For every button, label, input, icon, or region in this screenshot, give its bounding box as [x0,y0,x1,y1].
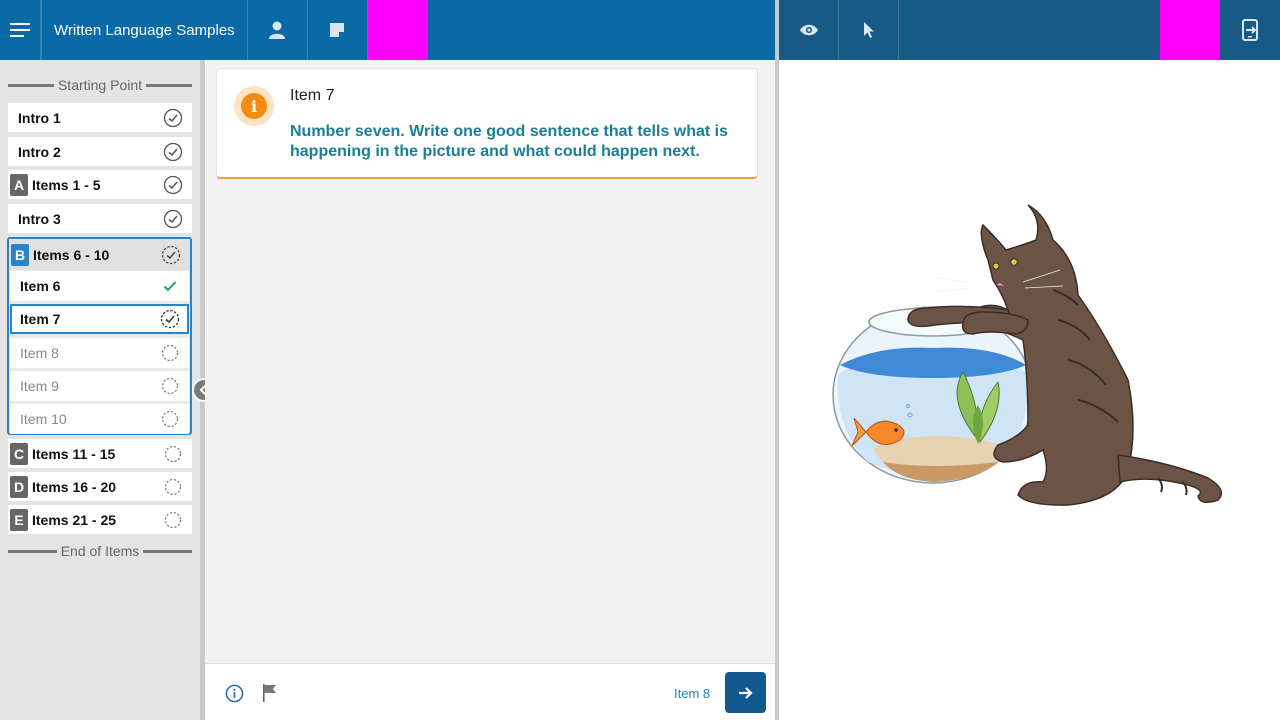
nav-item-item-10[interactable]: Item 10 [10,404,189,434]
not-started-icon [162,443,184,465]
check-circle-icon [162,174,184,196]
section-letter-badge: E [10,508,28,531]
notes-button[interactable] [308,0,368,60]
next-item-label: Item 8 [674,686,711,701]
item-instruction-text: Number seven. Write one good sentence th… [290,123,729,160]
app-window: Written Language Samples Starting Point [0,0,1280,720]
pointer-button[interactable] [839,0,899,60]
nav-item-item-9[interactable]: Item 9 [10,371,189,401]
starting-point-header: Starting Point [8,76,192,94]
highlight-block-right [1160,0,1220,60]
sticky-note-icon [330,23,345,37]
section-letter-badge: B [11,243,29,266]
highlight-block-left [367,0,428,60]
not-started-icon [159,344,181,362]
check-circle-icon [162,107,184,129]
nav-item-items-1-5[interactable]: A Items 1 - 5 [8,170,192,199]
preview-button[interactable] [779,0,839,60]
section-letter-badge: D [10,475,28,498]
top-bar-left: Written Language Samples [0,0,775,60]
flag-item-button[interactable] [259,682,281,704]
end-of-items-footer: End of Items [8,542,192,560]
next-item-button[interactable] [725,672,766,713]
person-icon [269,21,286,39]
top-bar-right [779,0,1280,60]
nav-item-intro-2[interactable]: Intro 2 [8,137,192,166]
pane-divider[interactable] [775,0,779,720]
info-badge: i [234,86,274,126]
examinee-button[interactable] [248,0,308,60]
pointer-icon [863,22,874,38]
eye-icon [799,24,818,36]
cat-fishbowl-picture [832,204,1223,506]
hamburger-menu-icon [10,23,30,37]
item-footer-bar: Item 8 [205,663,775,720]
nav-item-item-8[interactable]: Item 8 [10,338,189,368]
nav-item-intro-1[interactable]: Intro 1 [8,103,192,132]
item-content-pane: i Item 7 Number seven. Write one good se… [205,60,775,663]
nav-item-item-6[interactable]: Item 6 [10,271,189,301]
nav-item-items-6-10[interactable]: B Items 6 - 10 [9,239,190,270]
exit-icon [1242,19,1258,41]
not-started-icon [162,476,184,498]
item-title: Item 7 [290,87,335,104]
in-progress-icon [159,309,181,329]
not-started-icon [162,509,184,531]
nav-item-items-11-15[interactable]: C Items 11 - 15 [8,439,192,468]
section-letter-badge: A [10,173,28,196]
not-started-icon [159,410,181,428]
item-instruction-card: i Item 7 Number seven. Write one good se… [216,68,758,179]
item-info-button[interactable] [223,682,245,704]
nav-item-items-16-20[interactable]: D Items 16 - 20 [8,472,192,501]
check-circle-icon [162,141,184,163]
check-circle-icon [162,208,184,230]
section-letter-badge: C [10,442,28,465]
info-outline-icon [225,684,243,702]
arrow-right-icon [738,686,753,699]
checkmark-icon [159,280,181,292]
nav-item-intro-3[interactable]: Intro 3 [8,204,192,233]
flag-icon [263,684,276,702]
exit-button[interactable] [1220,0,1280,60]
menu-button[interactable] [0,0,41,60]
section-group-b: B Items 6 - 10 Item 6 Item 7 Item 8 Item… [7,237,192,435]
app-title: Written Language Samples [41,0,248,60]
in-progress-icon [160,244,182,266]
info-icon: i [241,93,267,119]
not-started-icon [159,377,181,395]
nav-item-item-7[interactable]: Item 7 [10,304,189,334]
nav-item-items-21-25[interactable]: E Items 21 - 25 [8,505,192,534]
